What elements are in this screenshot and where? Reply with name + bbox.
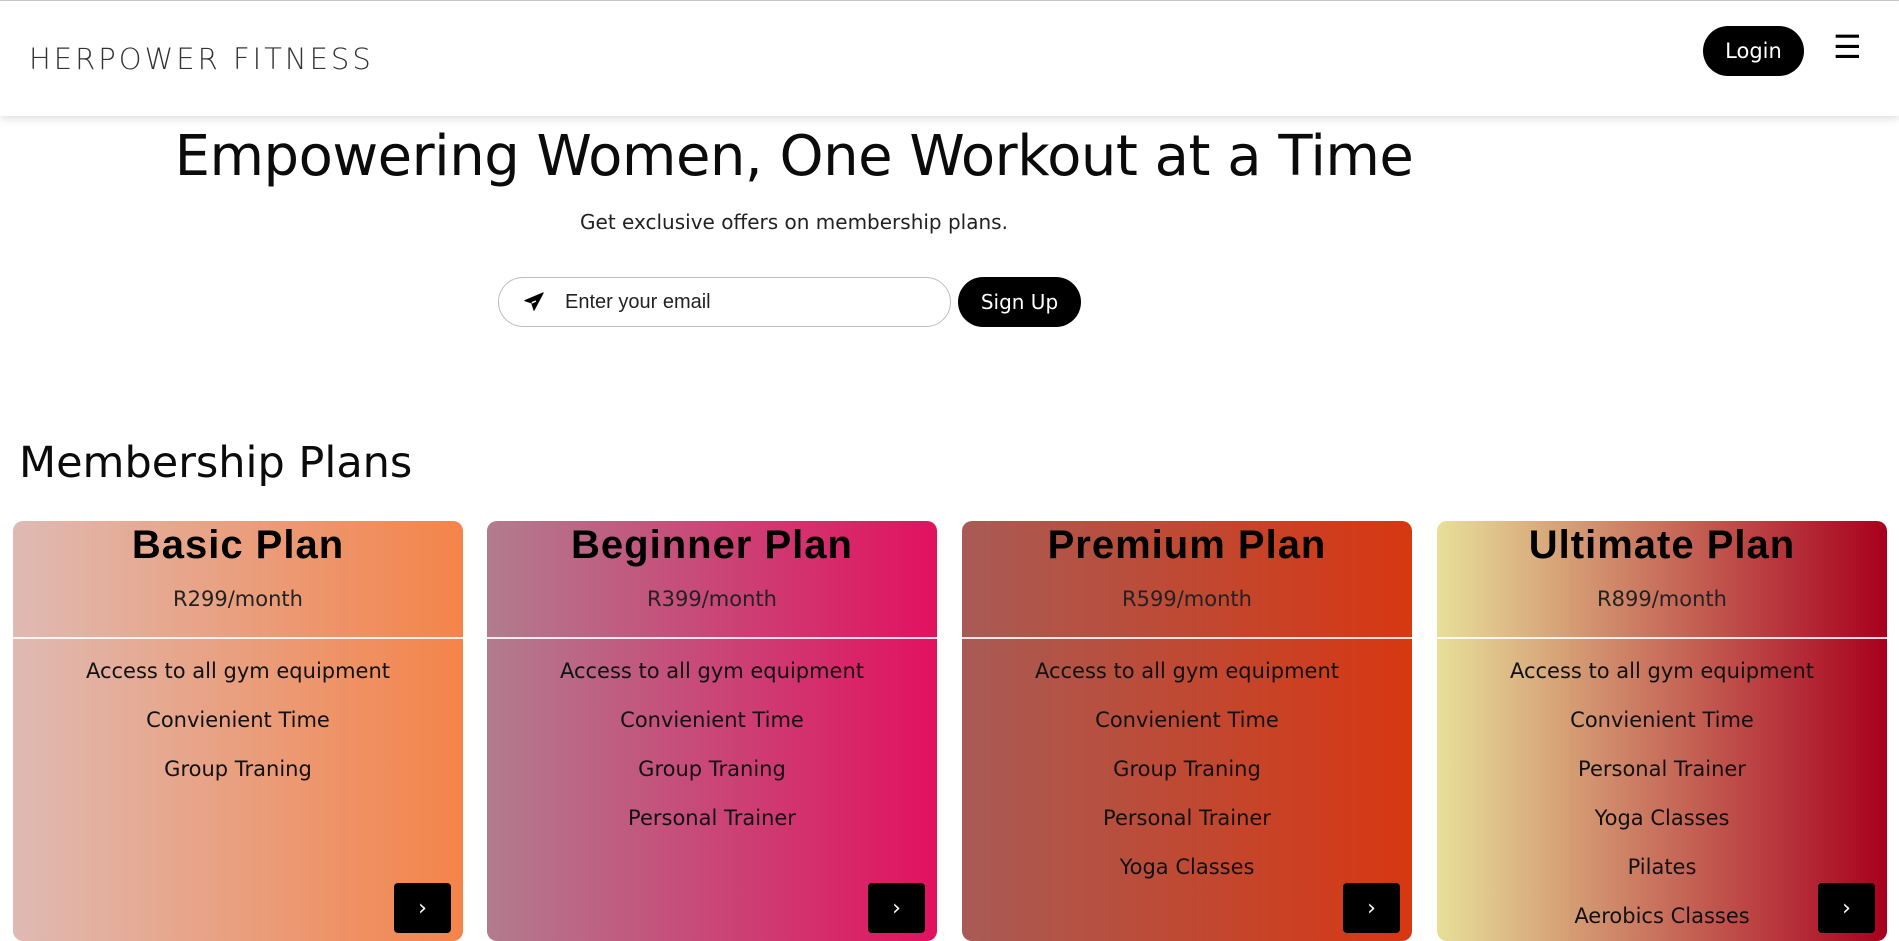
hamburger-menu-icon[interactable]: ☰ [1833, 31, 1862, 63]
plan-feature: Convienient Time [620, 708, 804, 732]
plan-select-button[interactable]: › [394, 883, 451, 933]
plan-feature: Personal Trainer [1578, 757, 1746, 781]
plan-divider [962, 637, 1412, 639]
plan-feature: Access to all gym equipment [1034, 659, 1340, 683]
plan-card-basic: Basic Plan R299/month Access to all gym … [13, 521, 463, 941]
navbar: HERPOWER FITNESS Login ☰ [0, 1, 1899, 116]
plan-select-button[interactable]: › [1343, 883, 1400, 933]
email-field-wrapper[interactable] [498, 277, 951, 327]
plan-feature: Group Traning [1113, 757, 1261, 781]
hero-subtitle: Get exclusive offers on membership plans… [580, 210, 1008, 234]
plan-feature: Convienient Time [1095, 708, 1279, 732]
signup-button[interactable]: Sign Up [958, 277, 1081, 327]
chevron-right-icon: › [1842, 895, 1851, 921]
chevron-right-icon: › [418, 895, 427, 921]
plan-name: Basic Plan [131, 523, 345, 567]
plan-divider [487, 637, 937, 639]
plan-card-ultimate: Ultimate Plan R899/month Access to all g… [1437, 521, 1887, 941]
plan-feature: Access to all gym equipment [559, 659, 865, 683]
plan-name: Premium Plan [1047, 523, 1327, 567]
plan-name: Ultimate Plan [1528, 523, 1796, 567]
plan-feature: Yoga Classes [1594, 806, 1730, 830]
plan-features: Access to all gym equipment Convienient … [962, 659, 1412, 904]
plan-features: Access to all gym equipment Convienient … [487, 659, 937, 855]
plan-price: R399/month [647, 587, 777, 611]
plan-feature: Convienient Time [1570, 708, 1754, 732]
plan-feature: Convienient Time [146, 708, 330, 732]
plan-name: Beginner Plan [571, 523, 853, 567]
login-button[interactable]: Login [1703, 26, 1804, 76]
plan-card-beginner: Beginner Plan R399/month Access to all g… [487, 521, 937, 941]
paper-plane-icon [523, 291, 547, 313]
plan-select-button[interactable]: › [868, 883, 925, 933]
plans-grid: Basic Plan R299/month Access to all gym … [0, 521, 1899, 941]
plan-price: R299/month [173, 587, 303, 611]
plan-feature: Personal Trainer [628, 806, 796, 830]
plan-divider [1437, 637, 1887, 639]
plan-feature: Group Traning [638, 757, 786, 781]
membership-plans-title: Membership Plans [19, 438, 413, 488]
plan-select-button[interactable]: › [1818, 883, 1875, 933]
hero-title: Empowering Women, One Workout at a Time [174, 124, 1414, 189]
plan-feature: Personal Trainer [1103, 806, 1271, 830]
plan-price: R899/month [1597, 587, 1727, 611]
chevron-right-icon: › [892, 895, 901, 921]
brand-logo[interactable]: HERPOWER FITNESS [29, 42, 374, 76]
chevron-right-icon: › [1367, 895, 1376, 921]
plan-feature: Access to all gym equipment [85, 659, 391, 683]
plan-feature: Access to all gym equipment [1509, 659, 1815, 683]
plan-feature: Group Traning [164, 757, 312, 781]
plan-card-premium: Premium Plan R599/month Access to all gy… [962, 521, 1412, 941]
email-input[interactable] [563, 289, 923, 315]
plan-divider [13, 637, 463, 639]
plan-price: R599/month [1122, 587, 1252, 611]
plan-features: Access to all gym equipment Convienient … [13, 659, 463, 806]
